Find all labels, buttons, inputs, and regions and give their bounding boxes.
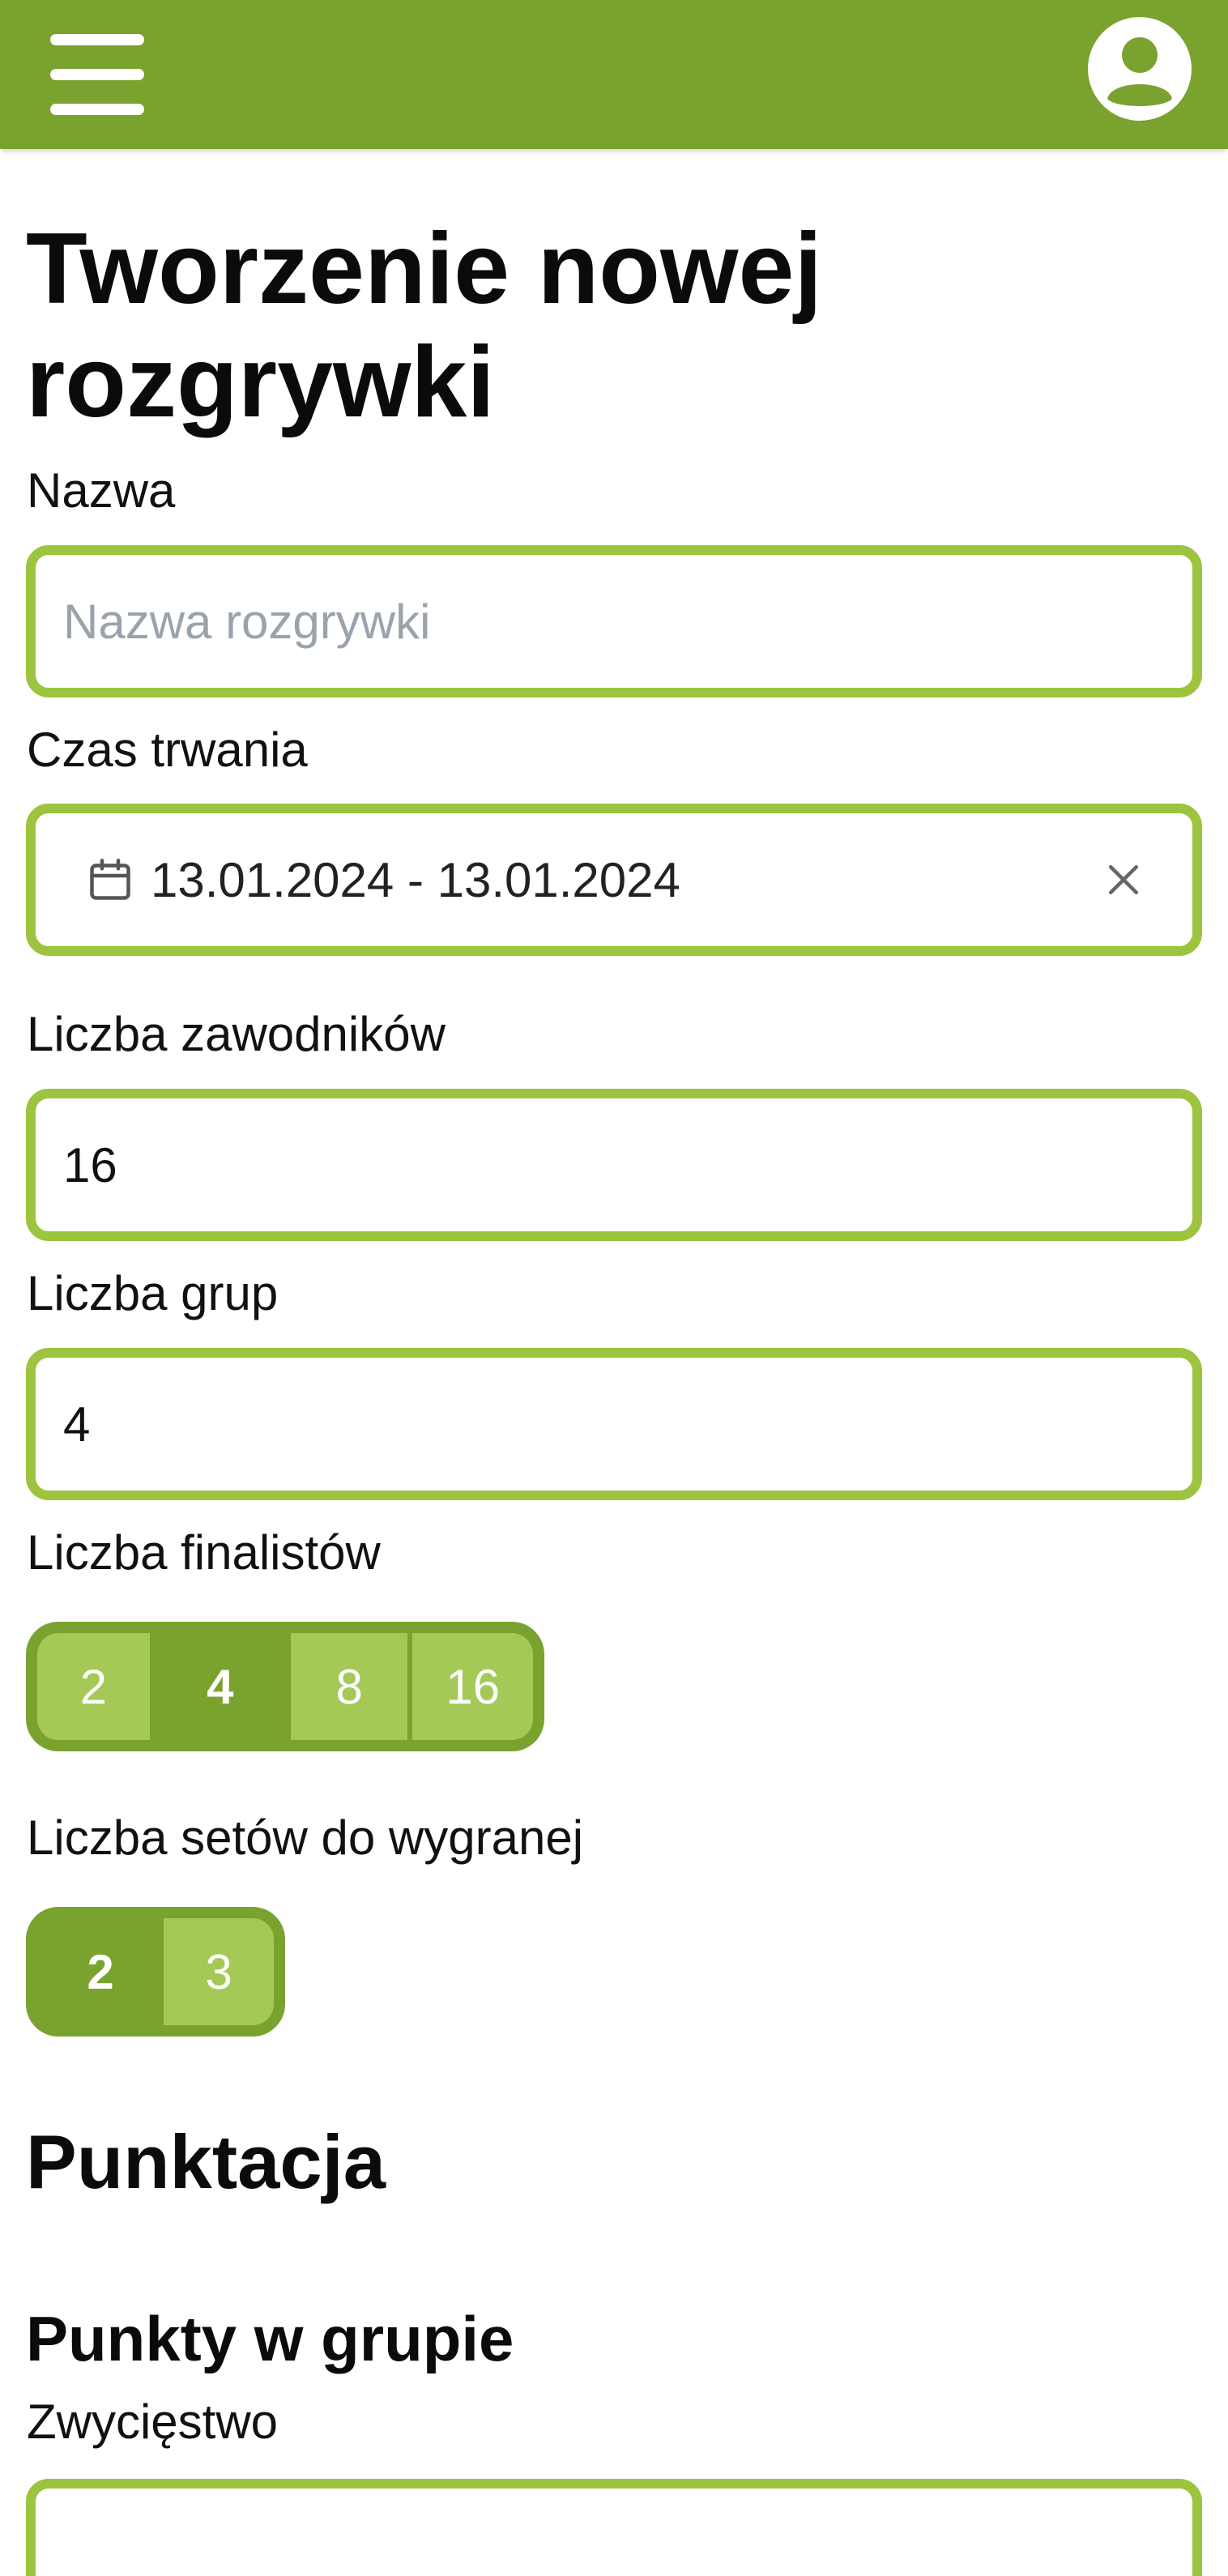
groups-label: Liczba grup — [27, 1266, 279, 1320]
win-points-field[interactable] — [26, 2479, 1202, 2576]
close-icon[interactable] — [1102, 858, 1145, 902]
players-field[interactable] — [26, 1089, 1202, 1241]
page-title: Tworzenie nowej rozgrywki — [26, 213, 822, 438]
date-range-picker[interactable]: 13.01.2024 - 13.01.2024 — [26, 804, 1202, 956]
name-input[interactable] — [36, 593, 1192, 650]
top-app-bar — [0, 0, 1228, 149]
name-label: Nazwa — [27, 463, 176, 518]
finalists-option-2[interactable]: 2 — [37, 1633, 150, 1740]
win-label: Zwycięstwo — [27, 2395, 279, 2449]
sets-option-3[interactable]: 3 — [164, 1918, 274, 2025]
duration-label: Czas trwania — [27, 723, 308, 777]
groups-input[interactable] — [36, 1396, 1192, 1452]
finalists-option-8[interactable]: 8 — [290, 1633, 408, 1740]
menu-line — [50, 104, 144, 115]
calendar-icon — [86, 855, 134, 904]
sets-segmented-control: 2 3 — [26, 1907, 285, 2036]
sets-option-2[interactable]: 2 — [37, 1918, 164, 2025]
sets-label: Liczba setów do wygranej — [27, 1810, 584, 1865]
hamburger-menu-icon[interactable] — [50, 34, 144, 115]
date-range-value: 13.01.2024 - 13.01.2024 — [151, 852, 680, 907]
finalists-label: Liczba finalistów — [27, 1525, 381, 1580]
groups-field[interactable] — [26, 1348, 1202, 1500]
name-field[interactable] — [26, 545, 1202, 697]
players-input[interactable] — [36, 1137, 1192, 1193]
finalists-option-16[interactable]: 16 — [407, 1633, 533, 1740]
account-circle-icon[interactable] — [1087, 16, 1192, 122]
menu-line — [50, 69, 144, 80]
scoring-heading: Punktacja — [26, 2119, 386, 2204]
players-label: Liczba zawodników — [27, 1007, 446, 1061]
menu-line — [50, 34, 144, 45]
finalists-option-4[interactable]: 4 — [149, 1633, 291, 1740]
finalists-segmented-control: 2 4 8 16 — [26, 1622, 544, 1751]
group-points-heading: Punkty w grupie — [26, 2303, 514, 2374]
